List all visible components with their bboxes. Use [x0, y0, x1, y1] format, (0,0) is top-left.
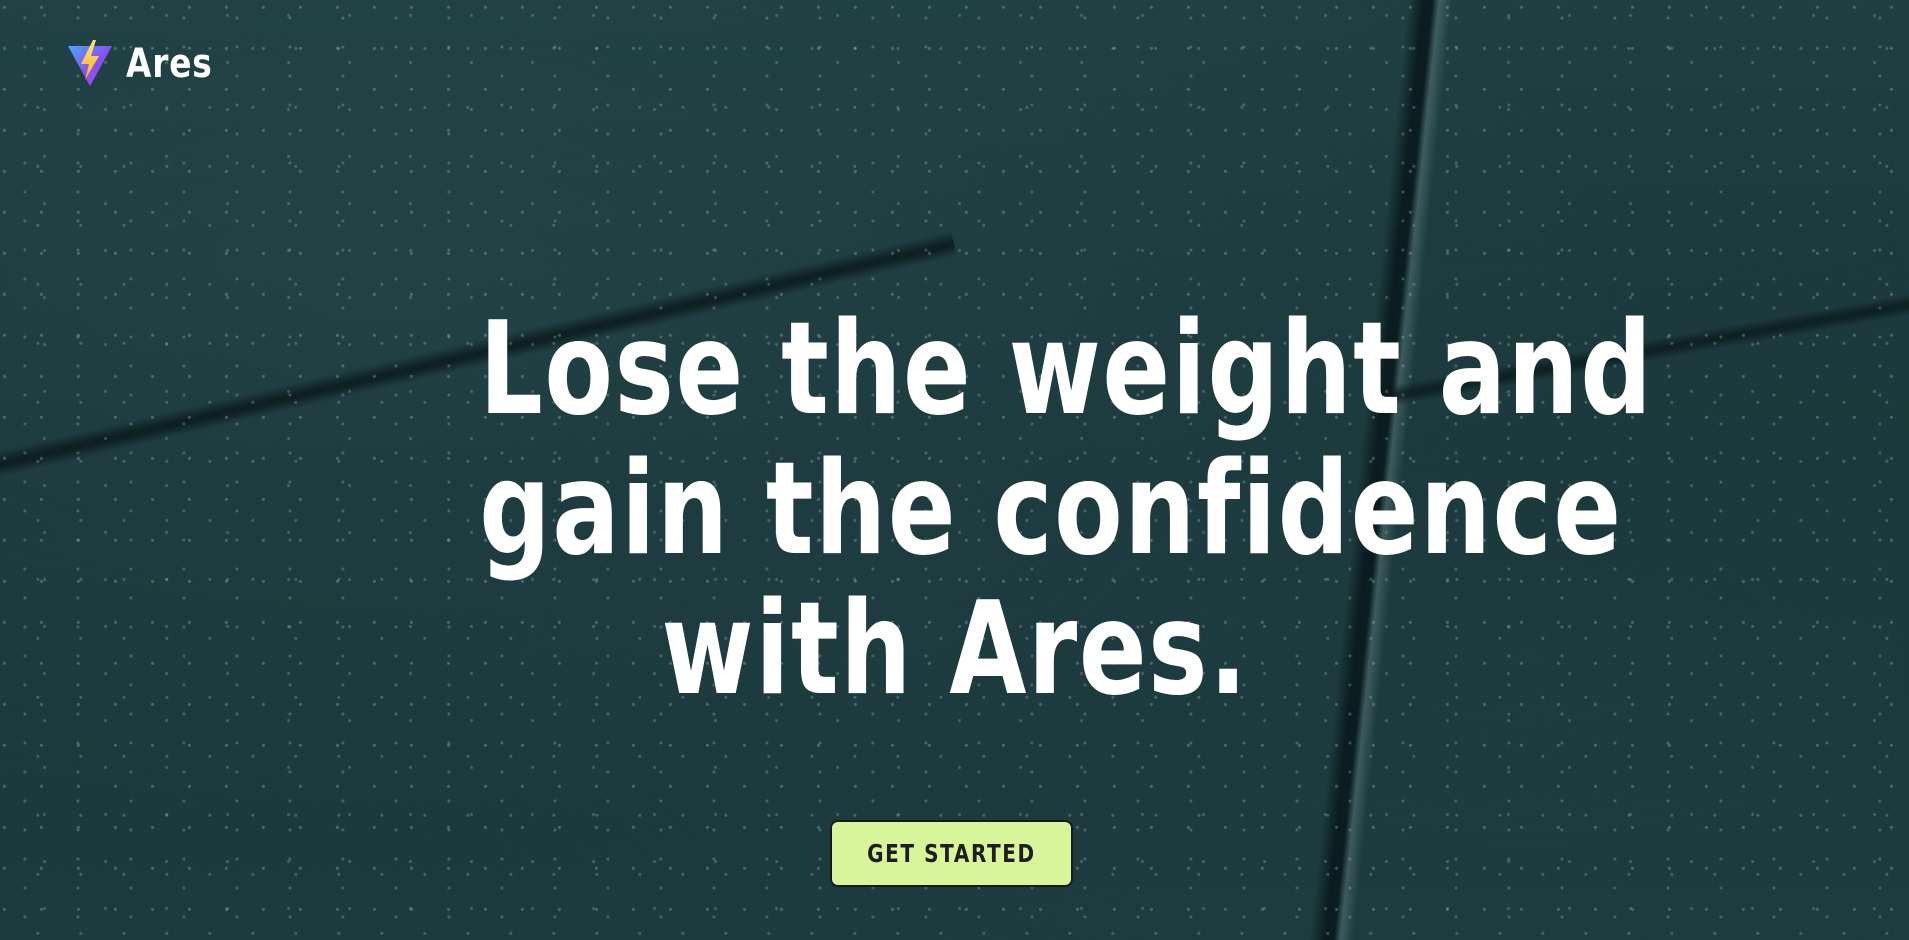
get-started-button[interactable]: GET STARTED: [830, 820, 1073, 887]
hero-heading: Lose the weight and gain the confidence …: [478, 295, 1653, 724]
hero-section: Lose the weight and gain the confidence …: [0, 300, 1909, 720]
get-started-label: GET STARTED: [867, 839, 1036, 868]
brand-name: Ares: [126, 41, 213, 87]
hero-heading-line: with Ares.: [660, 575, 1249, 724]
hero-heading-line: gain the confidence: [478, 435, 1623, 584]
brand-logo-link[interactable]: Ares: [66, 40, 232, 88]
hero-heading-line: Lose the weight and: [478, 295, 1653, 444]
triangle-bolt-logo-icon: [68, 40, 112, 86]
